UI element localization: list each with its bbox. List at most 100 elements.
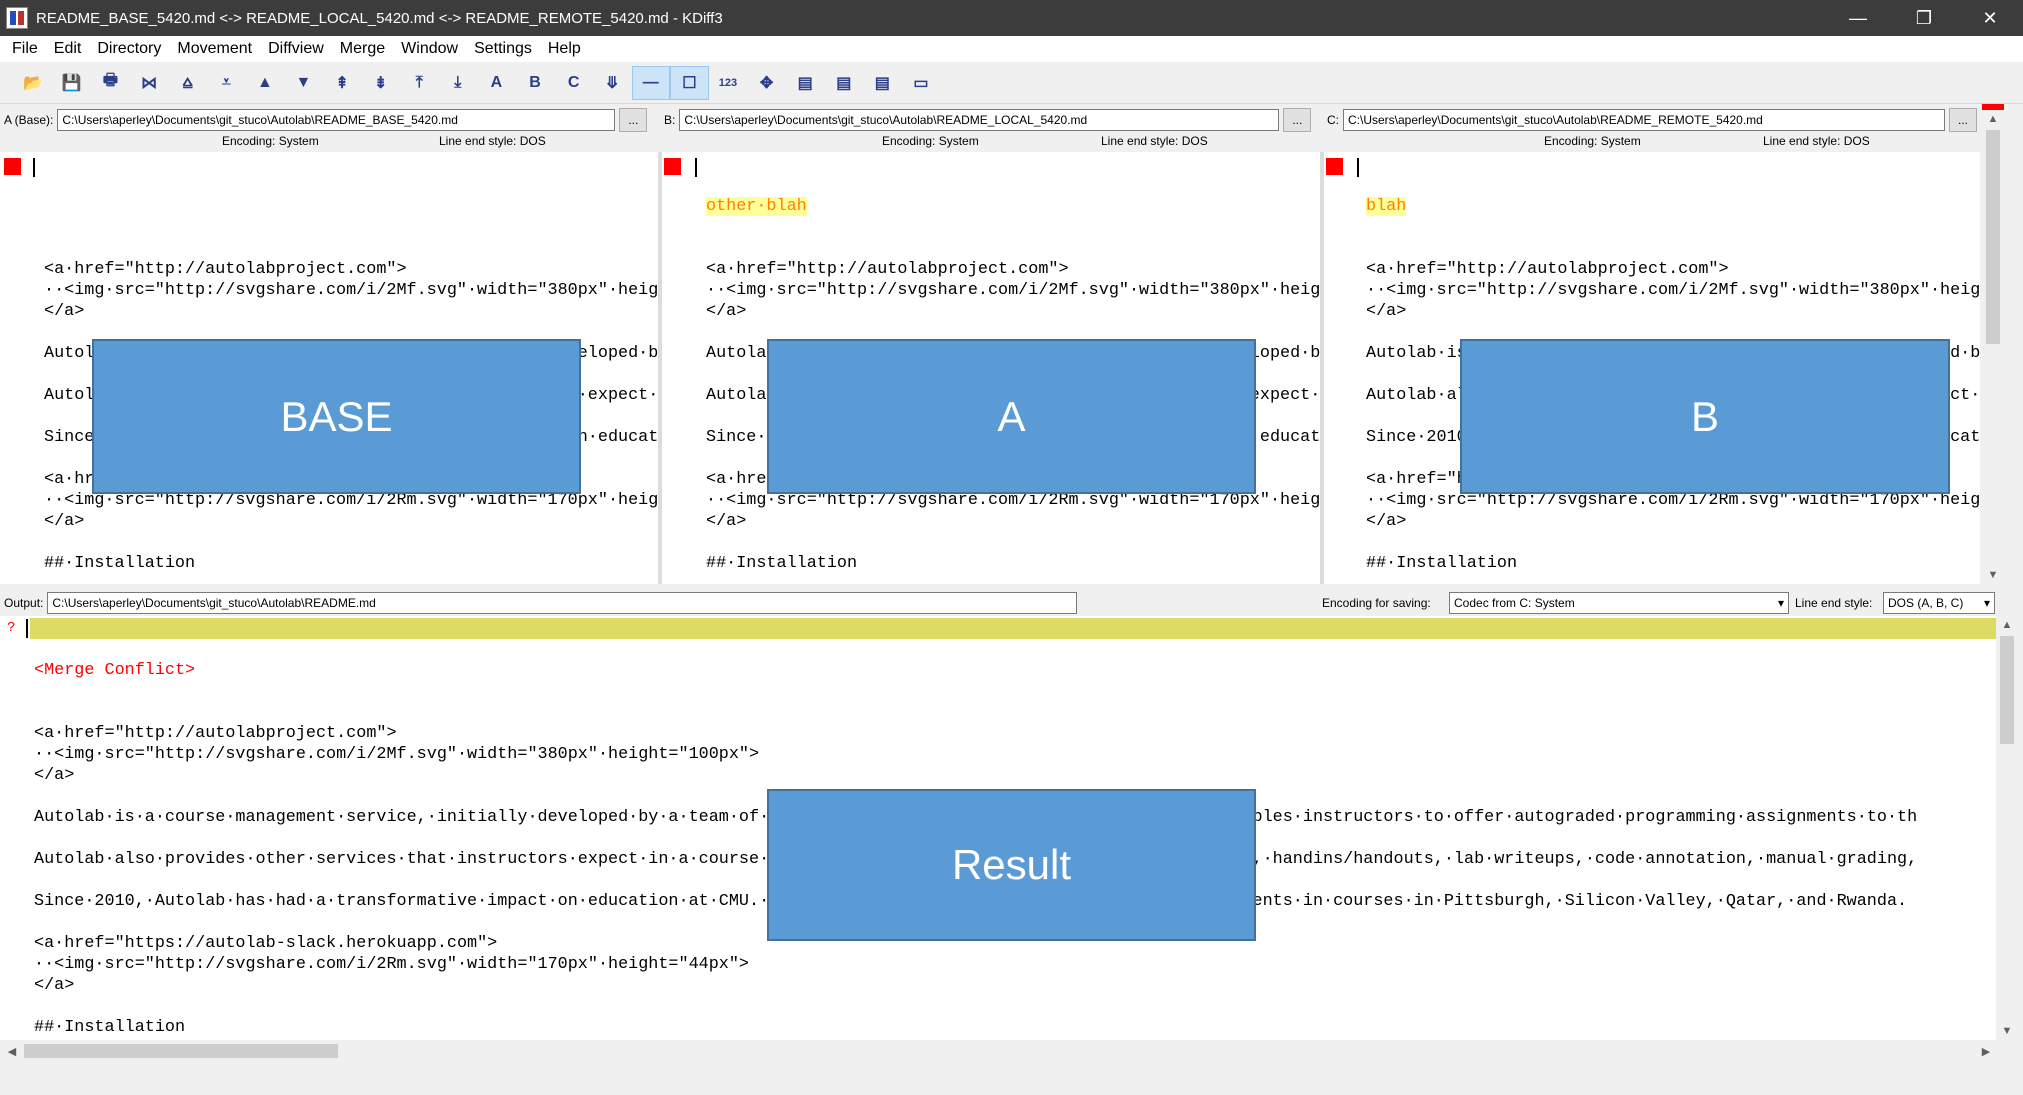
- output-vertical-scrollbar[interactable]: ▲ ▼: [1996, 616, 2018, 1040]
- scroll-down-arrow[interactable]: ▼: [1996, 1022, 2018, 1040]
- show-whitespace-chars-button[interactable]: ☐: [670, 65, 709, 100]
- menu-file[interactable]: File: [4, 40, 46, 58]
- path-input-c[interactable]: C:\Users\aperley\Documents\git_stuco\Aut…: [1343, 109, 1945, 131]
- scroll-down-arrow[interactable]: ▼: [1982, 566, 2004, 584]
- browse-a-button[interactable]: ...: [619, 108, 648, 132]
- menu-diffview[interactable]: Diffview: [260, 40, 332, 58]
- menu-movement[interactable]: Movement: [169, 40, 260, 58]
- next-conflict-button[interactable]: ⇟: [361, 66, 400, 100]
- code-line: </a>: [34, 766, 75, 785]
- menu-edit[interactable]: Edit: [46, 40, 90, 58]
- next-conflict-icon: ⇟: [373, 74, 388, 92]
- code-line: </a>: [1366, 512, 1407, 531]
- path-input-a[interactable]: C:\Users\aperley\Documents\git_stuco\Aut…: [57, 109, 616, 131]
- window-title: README_BASE_5420.md <-> README_LOCAL_542…: [36, 9, 723, 27]
- split-orientation-button[interactable]: ▭: [902, 66, 941, 100]
- word-wrap-button[interactable]: ✥: [747, 66, 786, 100]
- diff-vertical-scrollbar[interactable]: ▲ ▼: [1982, 104, 2004, 584]
- go-top-icon: ⩠: [182, 73, 193, 91]
- title-bar: README_BASE_5420.md <-> README_LOCAL_542…: [0, 0, 2023, 36]
- choose-a-button[interactable]: A: [477, 66, 516, 100]
- open-button[interactable]: 📂: [14, 66, 53, 100]
- print-button[interactable]: 🖶: [91, 66, 130, 100]
- save-icon: 💾: [61, 74, 82, 92]
- next-delta-icon: ▼: [295, 73, 312, 91]
- encoding-saving-value: Codec from C: System: [1454, 596, 1575, 610]
- path-bar-a: A (Base): C:\Users\aperley\Documents\git…: [0, 106, 660, 134]
- next-delta-button[interactable]: ▼: [284, 66, 323, 100]
- show-window-b-icon: ▤: [836, 74, 852, 92]
- scroll-up-arrow[interactable]: ▲: [1982, 110, 2004, 128]
- show-window-b-button[interactable]: ▤: [824, 66, 863, 100]
- prev-conflict-button[interactable]: ⇞: [323, 66, 362, 100]
- line-end-saving-value: DOS (A, B, C): [1888, 596, 1964, 610]
- prev-delta-icon: ▲: [256, 73, 273, 91]
- minimize-button[interactable]: —: [1825, 0, 1891, 36]
- path-bar-b: B: C:\Users\aperley\Documents\git_stuco\…: [660, 106, 1320, 134]
- next-unsolved-icon: ⤓: [454, 73, 462, 91]
- save-button[interactable]: 💾: [53, 66, 92, 100]
- output-path-input[interactable]: C:\Users\aperley\Documents\git_stuco\Aut…: [47, 592, 1078, 614]
- choose-b-button[interactable]: B: [516, 66, 555, 100]
- prev-unsolved-button[interactable]: ⤒: [400, 66, 439, 100]
- encoding-c: Encoding: System: [1544, 134, 1641, 148]
- line-end-saving-select[interactable]: DOS (A, B, C) ▾: [1883, 592, 1995, 614]
- code-line: </a>: [1366, 302, 1407, 321]
- line-numbers-button[interactable]: 123: [709, 66, 748, 100]
- conflict-marker-b: [664, 158, 681, 175]
- horizontal-scrollbar[interactable]: ◀ ▶: [0, 1040, 1996, 1062]
- code-line: ##·Installation: [706, 554, 858, 573]
- show-whitespace-button[interactable]: —: [631, 65, 671, 100]
- code-line: </a>: [34, 976, 75, 995]
- restore-button[interactable]: ❐: [1891, 0, 1957, 36]
- line-end-c: Line end style: DOS: [1763, 134, 1870, 148]
- encoding-saving-select[interactable]: Codec from C: System ▾: [1449, 592, 1789, 614]
- horizontal-scroll-thumb[interactable]: [24, 1044, 338, 1058]
- go-top-button[interactable]: ⩠: [168, 66, 207, 100]
- window-controls: — ❐ ✕: [1825, 0, 2023, 36]
- encoding-b: Encoding: System: [882, 134, 979, 148]
- split-orientation-icon: ▭: [913, 74, 929, 92]
- cursor-b: [695, 158, 697, 177]
- merge-current-icon: ⋈: [141, 74, 158, 92]
- menu-window[interactable]: Window: [393, 40, 466, 58]
- auto-advance-icon: ⤋: [605, 74, 619, 92]
- scroll-up-arrow[interactable]: ▲: [1996, 616, 2018, 634]
- gutter-c: [1324, 152, 1360, 584]
- browse-b-button[interactable]: ...: [1283, 108, 1312, 132]
- show-window-a-button[interactable]: ▤: [786, 66, 825, 100]
- menu-help[interactable]: Help: [540, 40, 589, 58]
- scroll-left-arrow[interactable]: ◀: [2, 1040, 22, 1062]
- overlay-b-label: B: [1460, 339, 1950, 494]
- scroll-thumb[interactable]: [2000, 636, 2014, 744]
- prev-delta-button[interactable]: ▲: [246, 66, 285, 100]
- kdiff3-app-icon[interactable]: [6, 7, 28, 29]
- encoding-saving-label: Encoding for saving:: [1322, 596, 1431, 610]
- output-label: Output:: [4, 596, 44, 610]
- dropdown-arrow-icon: ▾: [1983, 596, 1990, 610]
- code-line: ··<img·src="http://svgshare.com/i/2Mf.sv…: [706, 281, 1320, 300]
- menu-directory[interactable]: Directory: [89, 40, 169, 58]
- close-button[interactable]: ✕: [1957, 0, 2023, 36]
- encoding-bar: Encoding: System Line end style: DOS Enc…: [0, 134, 2023, 152]
- conflict-marker-c: [1326, 158, 1343, 175]
- menu-merge[interactable]: Merge: [332, 40, 393, 58]
- browse-c-button[interactable]: ...: [1949, 108, 1977, 132]
- go-bottom-button[interactable]: ⩡: [207, 66, 246, 100]
- menu-settings[interactable]: Settings: [466, 40, 540, 58]
- path-label-a: A (Base):: [4, 113, 54, 127]
- show-whitespace-icon: —: [642, 73, 659, 91]
- code-line: <a·href="http://autolabproject.com">: [34, 724, 397, 743]
- scroll-right-arrow[interactable]: ▶: [1976, 1040, 1996, 1062]
- show-window-c-button[interactable]: ▤: [863, 66, 902, 100]
- merge-current-button[interactable]: ⋈: [130, 66, 169, 100]
- code-line: <a·href="http://autolabproject.com">: [1366, 260, 1729, 279]
- choose-c-button[interactable]: C: [554, 66, 593, 100]
- path-input-b[interactable]: C:\Users\aperley\Documents\git_stuco\Aut…: [679, 109, 1280, 131]
- next-unsolved-button[interactable]: ⤓: [439, 66, 478, 100]
- auto-advance-button[interactable]: ⤋: [593, 66, 632, 100]
- code-line: ##·Installation: [1366, 554, 1518, 573]
- menu-bar: File Edit Directory Movement Diffview Me…: [0, 36, 2023, 62]
- scroll-thumb[interactable]: [1986, 130, 2000, 344]
- code-line: ##·Installation: [44, 554, 196, 573]
